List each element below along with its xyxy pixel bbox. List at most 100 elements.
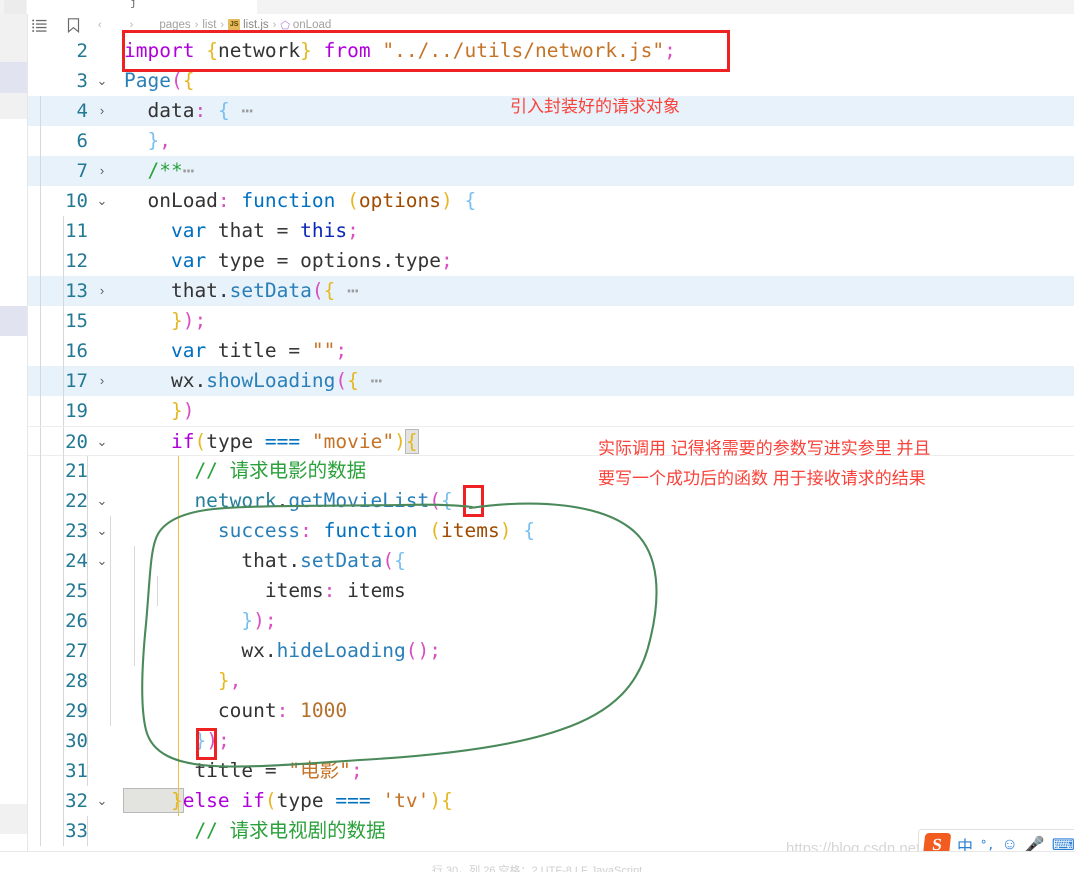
fold-expanded-icon[interactable]: ⌄ (94, 486, 110, 516)
code-line[interactable]: 15 }); (28, 306, 1074, 336)
code-line[interactable]: 6 }, (28, 126, 1074, 156)
tab-label-glyph: j (130, 0, 137, 9)
code-line[interactable]: 20 ⌄ if(type === "movie"){ (28, 426, 1074, 457)
tab-ghost[interactable] (4, 0, 26, 14)
code-line[interactable]: 12 var type = options.type; (28, 246, 1074, 276)
code-text: data: { ⋯ (124, 99, 254, 122)
indent-guide (63, 816, 65, 846)
indent-guide (86, 816, 88, 846)
code-text: wx.hideLoading(); (124, 639, 442, 662)
indent-guide (63, 726, 65, 756)
indent-guide (40, 516, 41, 546)
editor-tab-strip: j (0, 0, 1074, 14)
gutter-block (0, 14, 27, 62)
breadcrumb-forward-icon[interactable]: › (106, 19, 138, 31)
line-number: 33 (65, 820, 88, 842)
indent-guide (63, 666, 65, 696)
code-line[interactable]: 22 ⌄ network.getMovieList({ (28, 486, 1074, 516)
code-line[interactable]: 29 count: 1000 (28, 696, 1074, 726)
indent-guide (86, 576, 88, 606)
indent-guide (63, 696, 65, 726)
code-line[interactable]: 13 › that.setData({ ⋯ (28, 276, 1074, 306)
fold-collapsed-icon[interactable]: › (94, 96, 110, 126)
indent-guide (110, 606, 112, 636)
line-number: 16 (65, 340, 88, 362)
code-line[interactable]: 2 import {network} from "../../utils/netw… (28, 36, 1074, 66)
indent-guide (40, 396, 41, 426)
tab-listjs-active[interactable] (27, 0, 257, 14)
line-number: 17 (65, 370, 88, 392)
fold-expanded-icon[interactable]: ⌄ (94, 186, 110, 216)
code-text: network.getMovieList({ (124, 489, 453, 512)
breadcrumb: ‹ › pages › list › JS list.js › ⬠ onLoad (0, 14, 1074, 36)
code-line[interactable]: 23 ⌄ success: function (items) { (28, 516, 1074, 546)
bookmark-icon[interactable] (62, 14, 84, 36)
code-line[interactable]: 25 items: items (28, 576, 1074, 606)
indent-guide (86, 606, 88, 636)
indent-guide (63, 366, 65, 396)
code-text: }, (124, 129, 171, 152)
code-line[interactable]: 4 › data: { ⋯ (28, 96, 1074, 126)
status-bar[interactable]: 行 30，列 26 空格：2 UTF-8 LF JavaScript (0, 851, 1074, 872)
breadcrumb-item-onload[interactable]: onLoad (293, 19, 331, 31)
breadcrumb-item-listjs[interactable]: list.js (243, 19, 269, 31)
indent-guide (110, 666, 112, 696)
code-line[interactable]: 11 var that = this; (28, 216, 1074, 246)
breadcrumb-back-icon[interactable]: ‹ (94, 19, 106, 31)
code-line[interactable]: 10 ⌄ onLoad: function (options) { (28, 186, 1074, 216)
gutter-block (0, 804, 27, 834)
code-editor[interactable]: 2 import {network} from "../../utils/netw… (28, 36, 1074, 851)
indent-guide (63, 636, 65, 666)
fold-collapsed-icon[interactable]: › (94, 156, 110, 186)
indent-guide (86, 456, 88, 486)
symbol-method-icon: ⬠ (280, 19, 290, 32)
code-text: that.setData({ ⋯ (124, 279, 359, 302)
code-line[interactable]: 21 // 请求电影的数据 (28, 456, 1074, 486)
indent-guide (63, 546, 65, 576)
fold-collapsed-icon[interactable]: › (94, 366, 110, 396)
breadcrumb-item-pages[interactable]: pages (159, 19, 190, 31)
code-line[interactable]: 7 › /**⋯ (28, 156, 1074, 186)
outline-list-icon[interactable] (28, 14, 50, 36)
line-number: 27 (65, 640, 88, 662)
indent-guide (40, 276, 41, 306)
indent-guide (40, 726, 41, 756)
code-text: }); (124, 609, 277, 632)
fold-expanded-icon[interactable]: ⌄ (94, 427, 110, 457)
code-text: Page({ (124, 69, 195, 92)
code-line[interactable]: 16 var title = ""; (28, 336, 1074, 366)
code-text: import {network} from "../../utils/netwo… (124, 39, 676, 62)
line-number: 28 (65, 670, 88, 692)
code-line[interactable]: 28 }, (28, 666, 1074, 696)
code-line[interactable]: 32 ⌄ }else if(type === 'tv'){ (28, 786, 1074, 816)
line-number: 19 (65, 400, 88, 422)
indent-guide (40, 96, 41, 126)
line-number: 20 (65, 431, 88, 453)
code-text: var type = options.type; (124, 249, 453, 272)
code-line[interactable]: 24 ⌄ that.setData({ (28, 546, 1074, 576)
indent-guide (63, 396, 65, 426)
indent-guide (86, 726, 88, 756)
ime-punctuation-toggle[interactable]: °, (980, 838, 994, 852)
editor-left-gutter-strip (0, 14, 28, 871)
code-line[interactable]: 19 }) (28, 396, 1074, 426)
indent-guide (40, 756, 41, 786)
breadcrumb-item-list[interactable]: list (202, 19, 216, 31)
gutter-block (0, 93, 27, 119)
line-number: 23 (65, 520, 88, 542)
code-text: // 请求电视剧的数据 (124, 819, 386, 842)
indent-guide (86, 696, 88, 726)
fold-expanded-icon[interactable]: ⌄ (94, 516, 110, 546)
fold-expanded-icon[interactable]: ⌄ (94, 546, 110, 576)
code-line[interactable]: 17 › wx.showLoading({ ⋯ (28, 366, 1074, 396)
code-line[interactable]: 31 title = "电影"; (28, 756, 1074, 786)
fold-expanded-icon[interactable]: ⌄ (94, 786, 110, 816)
code-line[interactable]: 30 }); (28, 726, 1074, 756)
fold-expanded-icon[interactable]: ⌄ (94, 66, 110, 96)
indent-guide (63, 606, 65, 636)
code-line[interactable]: 3 ⌄ Page({ (28, 66, 1074, 96)
code-line[interactable]: 27 wx.hideLoading(); (28, 636, 1074, 666)
indent-guide (110, 636, 112, 666)
code-line[interactable]: 26 }); (28, 606, 1074, 636)
fold-collapsed-icon[interactable]: › (94, 276, 110, 306)
